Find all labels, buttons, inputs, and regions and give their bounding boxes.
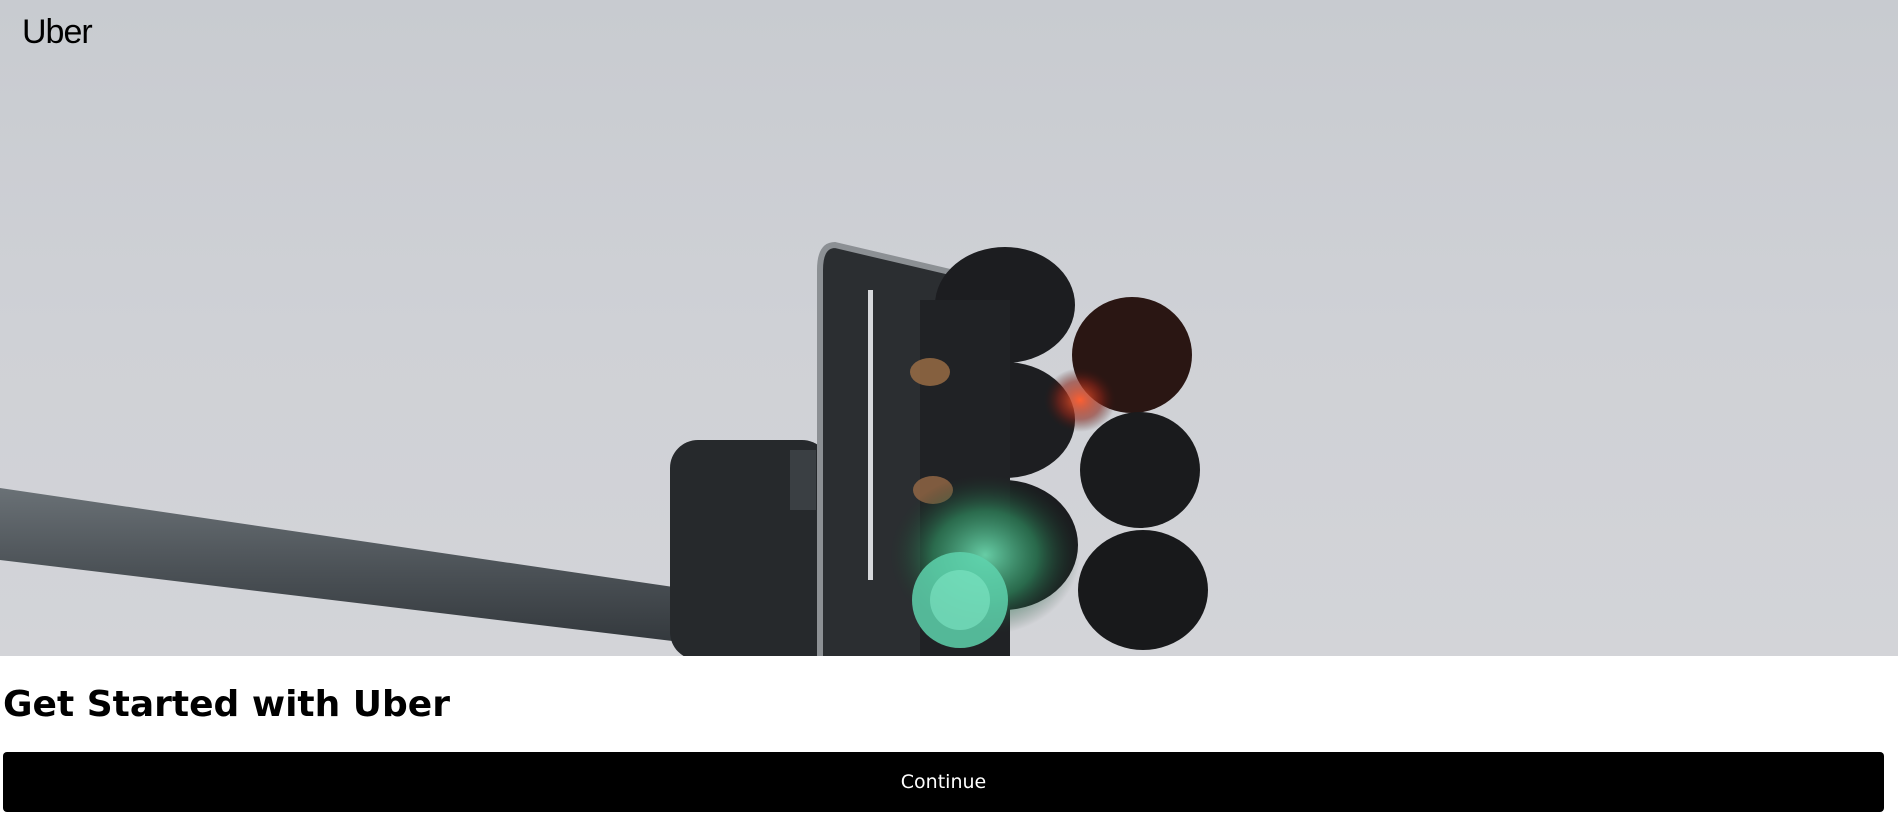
page-title: Get Started with Uber — [3, 684, 450, 725]
welcome-page: Uber Get Started with Uber Continue — [0, 0, 1898, 832]
red-light — [1044, 368, 1116, 432]
continue-button[interactable]: Continue — [3, 752, 1884, 812]
uber-logo[interactable]: Uber — [22, 12, 93, 52]
traffic-light-illustration — [0, 241, 1208, 656]
hero-image: Uber — [0, 0, 1898, 656]
